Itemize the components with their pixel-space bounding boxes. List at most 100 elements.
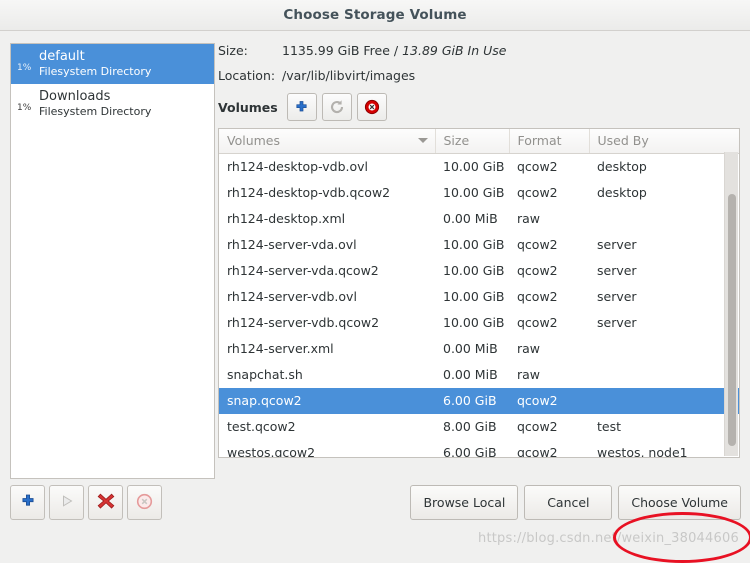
pool-name: default — [39, 48, 85, 64]
start-pool-button[interactable] — [49, 485, 84, 520]
play-icon — [59, 493, 75, 512]
column-header-used-by[interactable]: Used By — [589, 129, 739, 154]
pool-action-buttons — [10, 485, 166, 520]
cell-format: qcow2 — [517, 159, 558, 175]
choose-volume-button[interactable]: Choose Volume — [618, 485, 741, 520]
volumes-table: Volumes Size Format Used By rh124-deskto… — [219, 129, 739, 458]
cell-format: qcow2 — [517, 445, 558, 458]
cell-size: 0.00 MiB — [443, 341, 498, 356]
cell-size: 10.00 GiB — [443, 237, 505, 252]
location-label: Location: — [218, 68, 276, 83]
column-header-volumes[interactable]: Volumes — [219, 129, 436, 154]
pool-usage-percent: 1% — [17, 63, 32, 73]
column-header-size[interactable]: Size — [435, 129, 510, 154]
table-row[interactable]: rh124-server-vdb.qcow2 10.00 GiB qcow2 s… — [219, 310, 739, 336]
table-row[interactable]: snapchat.sh 0.00 MiB raw — [219, 362, 739, 388]
cell-format: raw — [517, 367, 541, 382]
size-label: Size: — [218, 43, 248, 58]
pool-details-pane: Size: 1135.99 GiB Free / 13.89 GiB In Us… — [218, 43, 740, 458]
plus-icon — [294, 100, 309, 115]
cell-used-by — [589, 362, 739, 388]
cell-used-by: server — [597, 237, 637, 252]
new-volume-button[interactable] — [286, 93, 317, 121]
volumes-toolbar-label: Volumes — [218, 99, 278, 115]
delete-icon — [136, 493, 153, 513]
storage-pool-list[interactable]: 1% default Filesystem Directory 1% Downl… — [10, 43, 215, 479]
delete-icon — [364, 99, 380, 115]
cell-used-by — [589, 387, 739, 414]
table-row[interactable]: rh124-server.xml 0.00 MiB raw — [219, 336, 739, 362]
dialog-titlebar: Choose Storage Volume — [0, 0, 750, 31]
table-row[interactable]: rh124-server-vdb.ovl 10.00 GiB qcow2 ser… — [219, 284, 739, 310]
cell-size: 6.00 GiB — [435, 387, 509, 414]
cell-volume-name: rh124-desktop-vdb.qcow2 — [227, 185, 391, 200]
pool-item-texts: default Filesystem Directory — [39, 49, 151, 78]
plus-icon — [20, 493, 36, 512]
table-row[interactable]: rh124-desktop-vdb.ovl 10.00 GiB qcow2 de… — [219, 154, 739, 180]
volumes-table-header: Volumes Size Format Used By — [219, 129, 739, 154]
cell-size: 8.00 GiB — [443, 419, 497, 434]
volumes-toolbar: Volumes — [218, 93, 740, 121]
table-row[interactable]: rh124-desktop-vdb.qcow2 10.00 GiB qcow2 … — [219, 180, 739, 206]
cell-size: 10.00 GiB — [443, 159, 505, 175]
scrollbar-thumb[interactable] — [728, 194, 736, 446]
delete-pool-button[interactable] — [127, 485, 162, 520]
table-row[interactable]: rh124-server-vda.qcow2 10.00 GiB qcow2 s… — [219, 258, 739, 284]
cell-size: 0.00 MiB — [443, 211, 498, 226]
dialog-action-buttons: Browse Local Cancel Choose Volume — [404, 485, 741, 520]
cell-used-by: desktop — [597, 185, 647, 200]
stop-pool-button[interactable] — [88, 485, 123, 520]
cell-format: qcow2 — [509, 387, 589, 414]
pool-type: Filesystem Directory — [39, 64, 152, 78]
cell-volume-name: rh124-server-vda.qcow2 — [227, 263, 379, 278]
cell-size: 10.00 GiB — [443, 289, 505, 304]
cell-volume-name: rh124-server.xml — [227, 341, 334, 356]
chevron-down-icon — [417, 138, 428, 143]
cell-used-by: westos, node1 — [597, 445, 688, 458]
pool-list-item-default[interactable]: 1% default Filesystem Directory — [11, 44, 214, 84]
pool-type: Filesystem Directory — [39, 104, 152, 118]
table-row[interactable]: rh124-server-vda.ovl 10.00 GiB qcow2 ser… — [219, 232, 739, 258]
pool-item-texts: Downloads Filesystem Directory — [39, 89, 151, 118]
volumes-table-scrollbar[interactable] — [724, 152, 738, 456]
cancel-button[interactable]: Cancel — [524, 485, 613, 520]
volumes-table-container[interactable]: Volumes Size Format Used By rh124-deskto… — [218, 128, 740, 458]
location-value: /var/lib/libvirt/images — [282, 68, 416, 83]
cell-volume-name: rh124-desktop-vdb.ovl — [227, 159, 369, 175]
cell-format: qcow2 — [517, 185, 558, 200]
cell-format: raw — [517, 211, 541, 226]
cell-format: qcow2 — [517, 237, 558, 252]
cell-volume-name: rh124-server-vdb.qcow2 — [227, 315, 380, 330]
dialog-title: Choose Storage Volume — [283, 7, 467, 23]
table-row[interactable]: westos.qcow2 6.00 GiB qcow2 westos, node… — [219, 440, 739, 458]
table-row[interactable]: rh124-desktop.xml 0.00 MiB raw — [219, 206, 739, 232]
delete-volume-button[interactable] — [356, 93, 387, 121]
cell-size: 10.00 GiB — [443, 315, 505, 330]
pool-name: Downloads — [39, 88, 111, 104]
table-row-selected[interactable]: snap.qcow2 6.00 GiB qcow2 — [219, 387, 739, 414]
location-row: Location: /var/lib/libvirt/images — [218, 68, 740, 83]
cell-volume-name: snap.qcow2 — [219, 387, 435, 414]
cell-used-by — [589, 336, 739, 362]
size-row: Size: 1135.99 GiB Free / 13.89 GiB In Us… — [218, 43, 740, 58]
cell-used-by: server — [597, 263, 637, 278]
cell-format: qcow2 — [517, 419, 558, 434]
add-pool-button[interactable] — [10, 485, 45, 520]
cell-format: qcow2 — [517, 315, 558, 330]
cell-volume-name: rh124-desktop.xml — [227, 211, 346, 226]
red-x-icon — [97, 492, 115, 513]
pool-list-item-downloads[interactable]: 1% Downloads Filesystem Directory — [11, 84, 214, 124]
dialog-footer: Browse Local Cancel Choose Volume — [0, 479, 750, 530]
column-header-format[interactable]: Format — [509, 129, 590, 154]
table-row[interactable]: test.qcow2 8.00 GiB qcow2 test — [219, 414, 739, 440]
cell-volume-name: rh124-server-vdb.ovl — [227, 289, 357, 304]
browse-local-button[interactable]: Browse Local — [410, 485, 519, 520]
size-value: 1135.99 GiB Free / 13.89 GiB In Use — [282, 43, 506, 58]
cell-volume-name: snapchat.sh — [227, 367, 303, 382]
column-header-volumes-label: Volumes — [227, 133, 281, 148]
cell-format: raw — [517, 341, 541, 356]
refresh-volumes-button[interactable] — [321, 93, 352, 121]
size-used-text: 13.89 GiB In Use — [402, 43, 507, 58]
cell-used-by: test — [597, 419, 622, 434]
refresh-icon — [329, 99, 345, 115]
